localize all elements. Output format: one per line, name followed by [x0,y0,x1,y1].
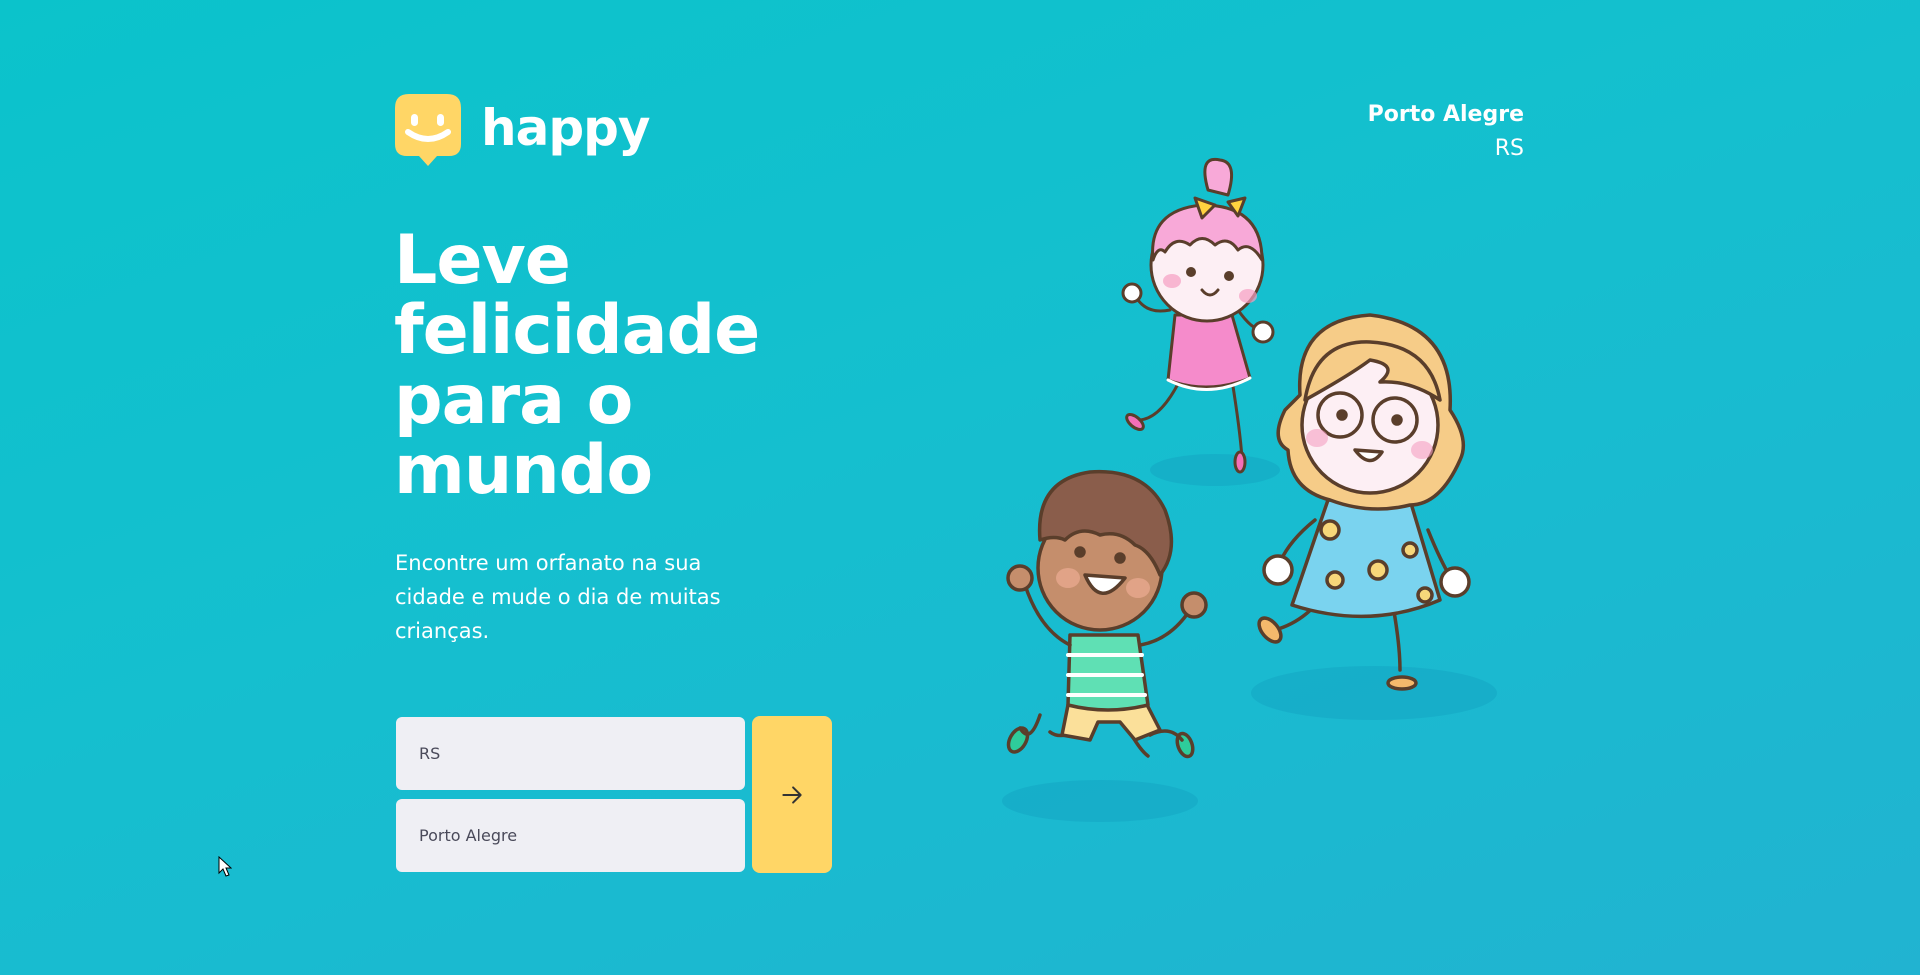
children-playing-illustration [1002,157,1497,822]
landing-page: happy Porto Alegre RS Leve felicidade pa… [0,0,1920,975]
state-select-value: RS [419,744,441,763]
mouse-cursor-icon [218,856,232,877]
hero-title-line: felicidade [394,291,760,370]
hero-title-line: para o [394,361,633,440]
city-select[interactable]: Porto Alegre [396,799,745,872]
logo-text: happy [481,99,651,157]
hero-subtitle: Encontre um orfanato na sua cidade e mud… [395,551,721,643]
hero-title-line: Leve [394,221,571,300]
happy-face-icon [395,94,461,166]
hero-title: Leve felicidade para o mundo [394,226,814,506]
logo: happy [395,94,651,170]
hero-title-line: mundo [394,431,653,510]
location-city: Porto Alegre [1367,102,1524,127]
enter-app-button[interactable] [752,716,832,873]
state-select[interactable]: RS [396,717,745,790]
city-select-value: Porto Alegre [419,826,518,845]
arrow-right-icon [782,785,802,804]
